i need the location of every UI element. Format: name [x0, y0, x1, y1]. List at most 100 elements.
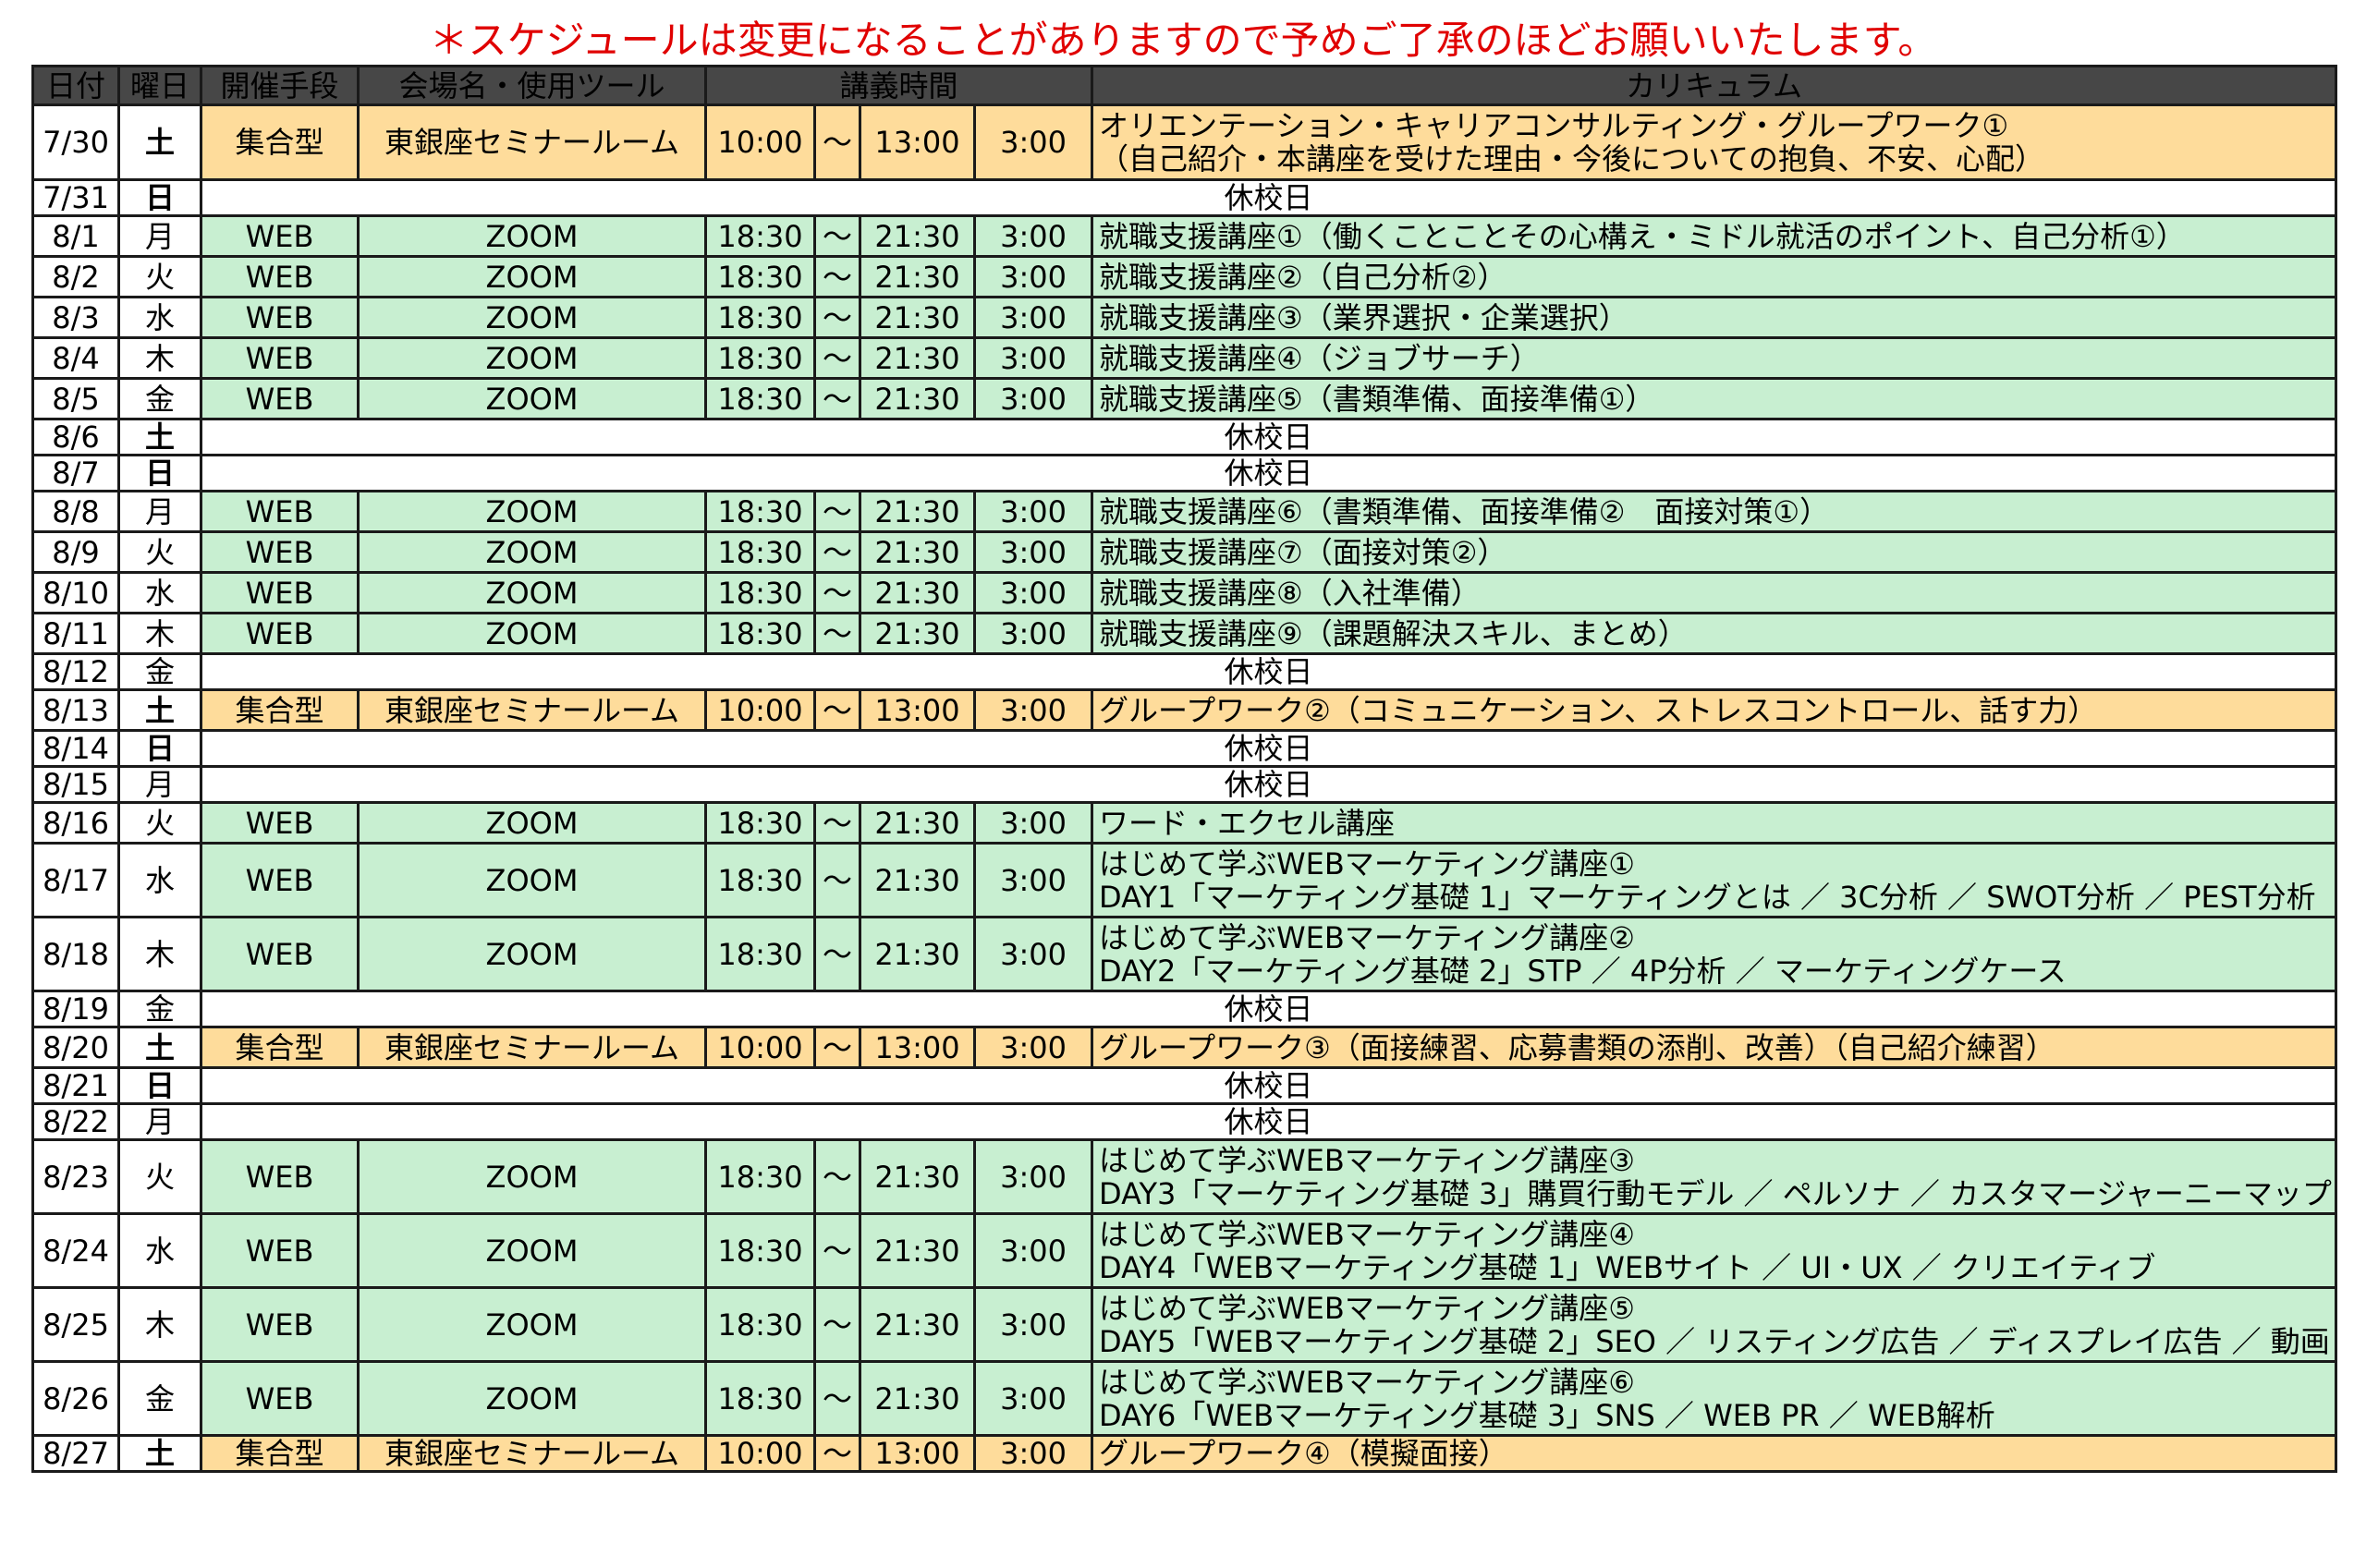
row-duration: 3:00: [972, 801, 1094, 845]
table-row: 8/5 金 WEB ZOOM 18:30 ～ 21:30 3:00 就職支援講座⑤（書類準備、面…: [31, 377, 2338, 420]
row-method: WEB: [200, 490, 360, 533]
row-curriculum-line: はじめて学ぶWEBマーケティング講座②: [1099, 919, 1635, 955]
row-day: 日: [117, 178, 202, 217]
row-holiday: 休校日: [199, 1066, 2338, 1105]
row-time-separator: ～: [813, 214, 861, 258]
row-curriculum: はじめて学ぶWEBマーケティング講座① DAY1「マーケティング基礎 1」マーケテ…: [1091, 842, 2338, 918]
row-curriculum: 就職支援講座⑦（面接対策②）: [1091, 530, 2338, 574]
row-day: 土: [117, 1026, 202, 1069]
row-time-separator: ～: [813, 103, 861, 181]
row-time-separator: ～: [813, 916, 861, 992]
row-start-time: 18:30: [704, 1212, 816, 1289]
row-date: 8/20: [31, 1026, 120, 1069]
row-time-separator: ～: [813, 688, 861, 732]
table-row: 8/23 火 WEB ZOOM 18:30 ～ 21:30 3:00 はじめて学ぶWEBマーケテ…: [31, 1138, 2338, 1215]
row-method: 集合型: [200, 1026, 360, 1069]
row-method: WEB: [200, 801, 360, 845]
row-curriculum-line: DAY3「マーケティング基礎 3」購買行動モデル ／ ペルソナ ／ カスタマージ…: [1099, 1175, 2332, 1211]
row-day: 木: [117, 336, 202, 380]
row-venue: ZOOM: [357, 1360, 707, 1437]
table-row: 8/1 月 WEB ZOOM 18:30 ～ 21:30 3:00 就職支援講座①（働くことこと…: [31, 214, 2338, 258]
row-holiday: 休校日: [199, 652, 2338, 691]
row-date: 8/21: [31, 1066, 120, 1105]
row-duration: 3:00: [972, 214, 1094, 258]
row-day: 火: [117, 801, 202, 845]
row-curriculum: はじめて学ぶWEBマーケティング講座④ DAY4「WEBマーケティング基礎 1」W…: [1091, 1212, 2338, 1289]
row-curriculum-line: はじめて学ぶWEBマーケティング講座④: [1099, 1216, 1635, 1252]
header-day: 曜日: [117, 65, 202, 106]
row-duration: 3:00: [972, 916, 1094, 992]
row-day: 土: [117, 1434, 202, 1473]
row-start-time: 18:30: [704, 214, 816, 258]
row-date: 8/26: [31, 1360, 120, 1437]
row-curriculum-line: はじめて学ぶWEBマーケティング講座③: [1099, 1142, 1635, 1178]
row-curriculum-line: オリエンテーション・キャリアコンサルティング・グループワーク①: [1099, 108, 2009, 143]
row-end-time: 21:30: [859, 1138, 976, 1215]
row-method: WEB: [200, 377, 360, 420]
table-row: 8/6 土休校日: [31, 418, 2338, 456]
schedule-body: 7/30 土集合型 東銀座セミナールーム 10:00 ～ 13:00 3:00 オリエンテーシ…: [31, 103, 2338, 1473]
row-date: 8/24: [31, 1212, 120, 1289]
row-end-time: 21:30: [859, 1212, 976, 1289]
table-row: 8/26 金 WEB ZOOM 18:30 ～ 21:30 3:00 はじめて学ぶWEBマーケテ…: [31, 1360, 2338, 1437]
row-method: 集合型: [200, 103, 360, 181]
row-start-time: 18:30: [704, 1138, 816, 1215]
table-row: 8/17 水 WEB ZOOM 18:30 ～ 21:30 3:00 はじめて学ぶWEBマーケテ…: [31, 842, 2338, 918]
row-curriculum-line: 就職支援講座⑥（書類準備、面接準備② 面接対策①）: [1099, 493, 1830, 529]
row-curriculum-line: DAY1「マーケティング基礎 1」マーケティングとは ／ 3C分析 ／ SWOT…: [1099, 879, 2316, 915]
row-method: WEB: [200, 916, 360, 992]
table-row: 8/22 月休校日: [31, 1102, 2338, 1141]
row-start-time: 18:30: [704, 336, 816, 380]
row-day: 金: [117, 990, 202, 1028]
row-date: 8/11: [31, 612, 120, 655]
row-start-time: 18:30: [704, 377, 816, 420]
row-curriculum-line: DAY5「WEBマーケティング基礎 2」SEO ／ リスティング広告 ／ ディス…: [1099, 1323, 2330, 1359]
row-venue: 東銀座セミナールーム: [357, 1434, 707, 1473]
row-duration: 3:00: [972, 103, 1094, 181]
row-start-time: 10:00: [704, 1434, 816, 1473]
row-duration: 3:00: [972, 530, 1094, 574]
row-curriculum: 就職支援講座⑥（書類準備、面接準備② 面接対策①）: [1091, 490, 2338, 533]
row-date: 8/14: [31, 729, 120, 768]
row-date: 8/13: [31, 688, 120, 732]
row-time-separator: ～: [813, 377, 861, 420]
row-start-time: 18:30: [704, 1360, 816, 1437]
row-curriculum: 就職支援講座③（業界選択・企業選択）: [1091, 296, 2338, 339]
row-time-separator: ～: [813, 490, 861, 533]
row-duration: 3:00: [972, 612, 1094, 655]
row-end-time: 21:30: [859, 1360, 976, 1437]
row-venue: ZOOM: [357, 612, 707, 655]
row-day: 日: [117, 1066, 202, 1105]
row-duration: 3:00: [972, 377, 1094, 420]
row-method: WEB: [200, 336, 360, 380]
row-time-separator: ～: [813, 612, 861, 655]
header-method: 開催手段: [200, 65, 360, 106]
table-row: 8/25 木 WEB ZOOM 18:30 ～ 21:30 3:00 はじめて学ぶWEBマーケテ…: [31, 1286, 2338, 1363]
row-day: 金: [117, 652, 202, 691]
row-venue: ZOOM: [357, 1138, 707, 1215]
row-start-time: 18:30: [704, 842, 816, 918]
row-day: 月: [117, 1102, 202, 1141]
row-time-separator: ～: [813, 801, 861, 845]
row-venue: ZOOM: [357, 842, 707, 918]
row-venue: ZOOM: [357, 801, 707, 845]
row-venue: ZOOM: [357, 336, 707, 380]
row-duration: 3:00: [972, 490, 1094, 533]
row-venue: ZOOM: [357, 1286, 707, 1363]
row-start-time: 18:30: [704, 1286, 816, 1363]
schedule-change-notice: ＊スケジュールは変更になることがありますので予めご了承のほどお願いいたします。: [429, 18, 1937, 63]
row-start-time: 10:00: [704, 103, 816, 181]
row-day: 金: [117, 377, 202, 420]
row-date: 8/25: [31, 1286, 120, 1363]
row-start-time: 18:30: [704, 490, 816, 533]
row-day: 火: [117, 530, 202, 574]
row-end-time: 21:30: [859, 842, 976, 918]
row-end-time: 13:00: [859, 688, 976, 732]
header-row: 日付 曜日 開催手段 会場名・使用ツール 講義時間 カリキュラム: [31, 65, 2338, 106]
header-venue: 会場名・使用ツール: [357, 65, 707, 106]
schedule-table: 日付 曜日 開催手段 会場名・使用ツール 講義時間 カリキュラム 7/30 土集合…: [31, 65, 2338, 1473]
row-day: 水: [117, 296, 202, 339]
row-start-time: 10:00: [704, 688, 816, 732]
row-venue: ZOOM: [357, 214, 707, 258]
table-row: 8/14 日休校日: [31, 729, 2338, 768]
